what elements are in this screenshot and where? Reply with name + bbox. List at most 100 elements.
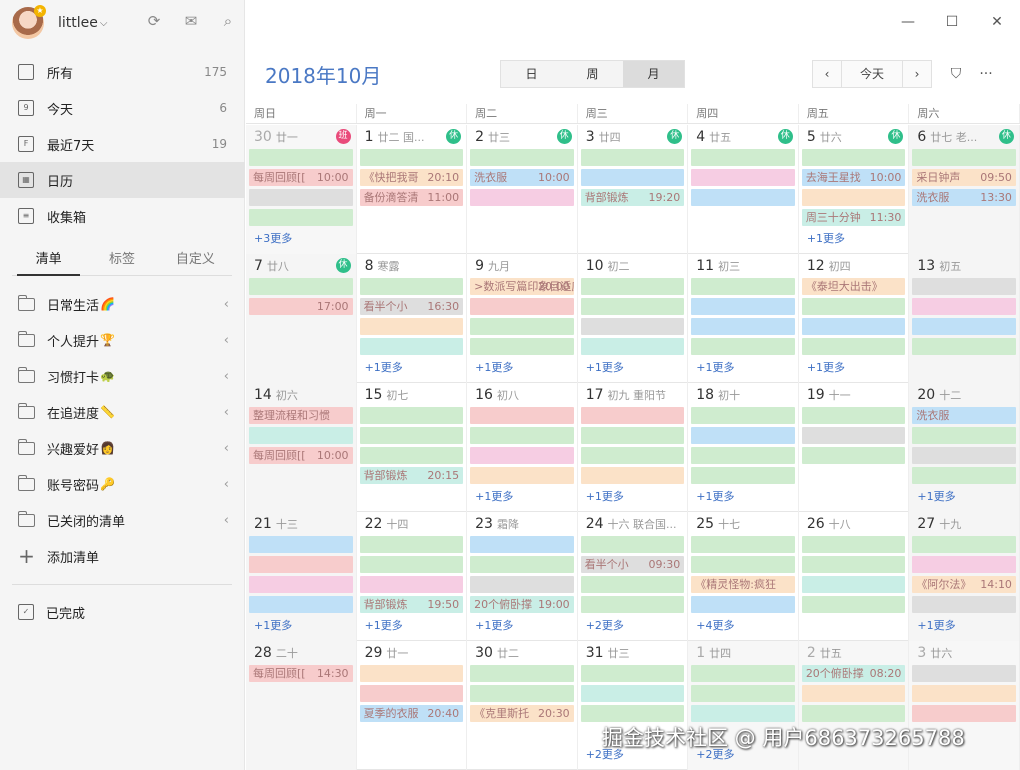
event-bar[interactable] xyxy=(470,556,574,573)
event-bar[interactable]: 背部锻炼 20:15 xyxy=(359,467,464,484)
event-bar[interactable] xyxy=(691,149,795,166)
more-events-link[interactable]: +1更多 xyxy=(586,488,624,504)
event-bar[interactable] xyxy=(691,467,795,484)
nav-item[interactable]: 所有 175 xyxy=(0,54,245,90)
event-bar[interactable] xyxy=(691,427,795,444)
event-bar[interactable] xyxy=(470,685,574,702)
nav-item[interactable]: ▦ 日历 xyxy=(0,162,245,198)
event-bar[interactable] xyxy=(912,556,1016,573)
event-bar[interactable] xyxy=(249,536,353,553)
event-bar[interactable]: 17:00 xyxy=(249,298,353,315)
day-cell[interactable]: 13 初五 xyxy=(909,254,1020,383)
event-bar[interactable] xyxy=(912,278,1016,295)
more-events-link[interactable]: +1更多 xyxy=(365,617,403,633)
event-bar[interactable] xyxy=(912,467,1016,484)
event-bar[interactable] xyxy=(359,318,464,335)
event-bar[interactable] xyxy=(912,318,1016,335)
more-events-link[interactable]: +1更多 xyxy=(807,359,845,375)
view-button[interactable]: 日 xyxy=(501,61,562,87)
event-bar[interactable] xyxy=(359,556,464,573)
event-bar[interactable] xyxy=(249,556,353,573)
chevron-down-icon[interactable]: ⌵ xyxy=(100,18,108,29)
event-bar[interactable] xyxy=(580,447,685,464)
event-bar[interactable] xyxy=(470,298,574,315)
tab-2[interactable]: 自定义 xyxy=(159,248,232,275)
event-bar[interactable] xyxy=(912,705,1016,722)
list-item[interactable]: 习惯打卡 🐢 ‹ xyxy=(0,358,245,394)
event-bar[interactable] xyxy=(580,427,685,444)
more-events-link[interactable]: +2更多 xyxy=(586,617,624,633)
event-bar[interactable] xyxy=(691,447,795,464)
chevron-left-icon[interactable]: ‹ xyxy=(224,369,229,384)
more-events-link[interactable]: +1更多 xyxy=(917,488,955,504)
event-bar[interactable] xyxy=(912,447,1016,464)
day-cell[interactable]: 2 廿三 休洗衣服 10:00 xyxy=(467,125,578,254)
event-bar[interactable] xyxy=(801,407,906,424)
event-bar[interactable] xyxy=(580,278,685,295)
completed-list[interactable]: ✓ 已完成 xyxy=(0,594,245,630)
event-bar[interactable] xyxy=(912,596,1016,613)
maximize-button[interactable]: ☐ xyxy=(940,10,964,34)
day-cell[interactable]: 8 寒露 看半个小 16:30 +1更多 xyxy=(357,254,468,383)
list-item[interactable]: 日常生活 🌈 ‹ xyxy=(0,286,245,322)
search-icon[interactable]: ⌕ xyxy=(218,11,238,31)
nav-item[interactable]: F 最近7天 19 xyxy=(0,126,245,162)
day-cell[interactable]: 26 十八 xyxy=(799,512,910,641)
day-cell[interactable]: 29 廿一 夏季的衣服 20:40 xyxy=(357,641,468,770)
event-bar[interactable] xyxy=(580,318,685,335)
event-bar[interactable] xyxy=(470,407,574,424)
list-item[interactable]: 个人提升 🏆 ‹ xyxy=(0,322,245,358)
event-bar[interactable] xyxy=(470,447,574,464)
nav-item[interactable]: 9 今天 6 xyxy=(0,90,245,126)
event-bar[interactable] xyxy=(691,318,795,335)
sync-icon[interactable]: ⟳ xyxy=(144,11,164,31)
event-bar[interactable]: 背部锻炼 19:20 xyxy=(580,189,685,206)
event-bar[interactable] xyxy=(691,596,795,613)
day-cell[interactable]: 20 十二 洗衣服 +1更多 xyxy=(909,383,1020,512)
more-events-link[interactable]: +3更多 xyxy=(254,230,292,246)
event-bar[interactable] xyxy=(359,149,464,166)
day-cell[interactable]: 21 十三 +1更多 xyxy=(246,512,357,641)
filter-icon[interactable]: ⛉ xyxy=(942,60,970,88)
more-events-link[interactable]: +1更多 xyxy=(586,359,624,375)
day-cell[interactable]: 18 初十 +1更多 xyxy=(688,383,799,512)
more-events-link[interactable]: +1更多 xyxy=(475,617,513,633)
event-bar[interactable] xyxy=(691,169,795,186)
event-bar[interactable] xyxy=(470,338,574,355)
event-bar[interactable] xyxy=(359,407,464,424)
event-bar[interactable] xyxy=(249,576,353,593)
more-events-link[interactable]: +4更多 xyxy=(696,617,734,633)
event-bar[interactable] xyxy=(580,705,685,722)
event-bar[interactable]: 每周回顾[[14:30 xyxy=(249,665,353,682)
close-button[interactable]: ✕ xyxy=(985,10,1009,34)
minimize-button[interactable]: — xyxy=(896,10,920,34)
day-cell[interactable]: 4 廿五 休 xyxy=(688,125,799,254)
event-bar[interactable] xyxy=(801,576,906,593)
event-bar[interactable] xyxy=(801,705,906,722)
chevron-left-icon[interactable]: ‹ xyxy=(224,441,229,456)
event-bar[interactable]: 《泰坦大出击》 xyxy=(801,278,906,295)
today-button[interactable]: 今天 xyxy=(841,61,903,87)
event-bar[interactable] xyxy=(580,576,685,593)
more-events-link[interactable]: +1更多 xyxy=(696,359,734,375)
more-options-icon[interactable]: ··· xyxy=(972,60,1000,88)
tab-1[interactable]: 标签 xyxy=(85,248,158,275)
event-bar[interactable]: 每周回顾[[10:00 xyxy=(249,447,353,464)
event-bar[interactable] xyxy=(691,278,795,295)
day-cell[interactable]: 23 霜降 20个俯卧撑 19:00 +1更多 xyxy=(467,512,578,641)
event-bar[interactable] xyxy=(470,467,574,484)
event-bar[interactable] xyxy=(580,338,685,355)
add-list-button[interactable]: + 添加清单 xyxy=(0,538,245,574)
event-bar[interactable]: 采日钟声 09:50 xyxy=(912,169,1016,186)
list-item[interactable]: 兴趣爱好 👩 ‹ xyxy=(0,430,245,466)
event-bar[interactable]: 周三十分钟 11:30 xyxy=(801,209,906,226)
event-bar[interactable] xyxy=(249,278,353,295)
chevron-left-icon[interactable]: ‹ xyxy=(224,405,229,420)
event-bar[interactable] xyxy=(249,189,353,206)
day-cell[interactable]: 25 十七 《精灵怪物:疯狂 +4更多 xyxy=(688,512,799,641)
event-bar[interactable] xyxy=(359,447,464,464)
event-bar[interactable] xyxy=(470,318,574,335)
event-bar[interactable] xyxy=(359,536,464,553)
event-bar[interactable] xyxy=(249,149,353,166)
event-bar[interactable] xyxy=(249,596,353,613)
